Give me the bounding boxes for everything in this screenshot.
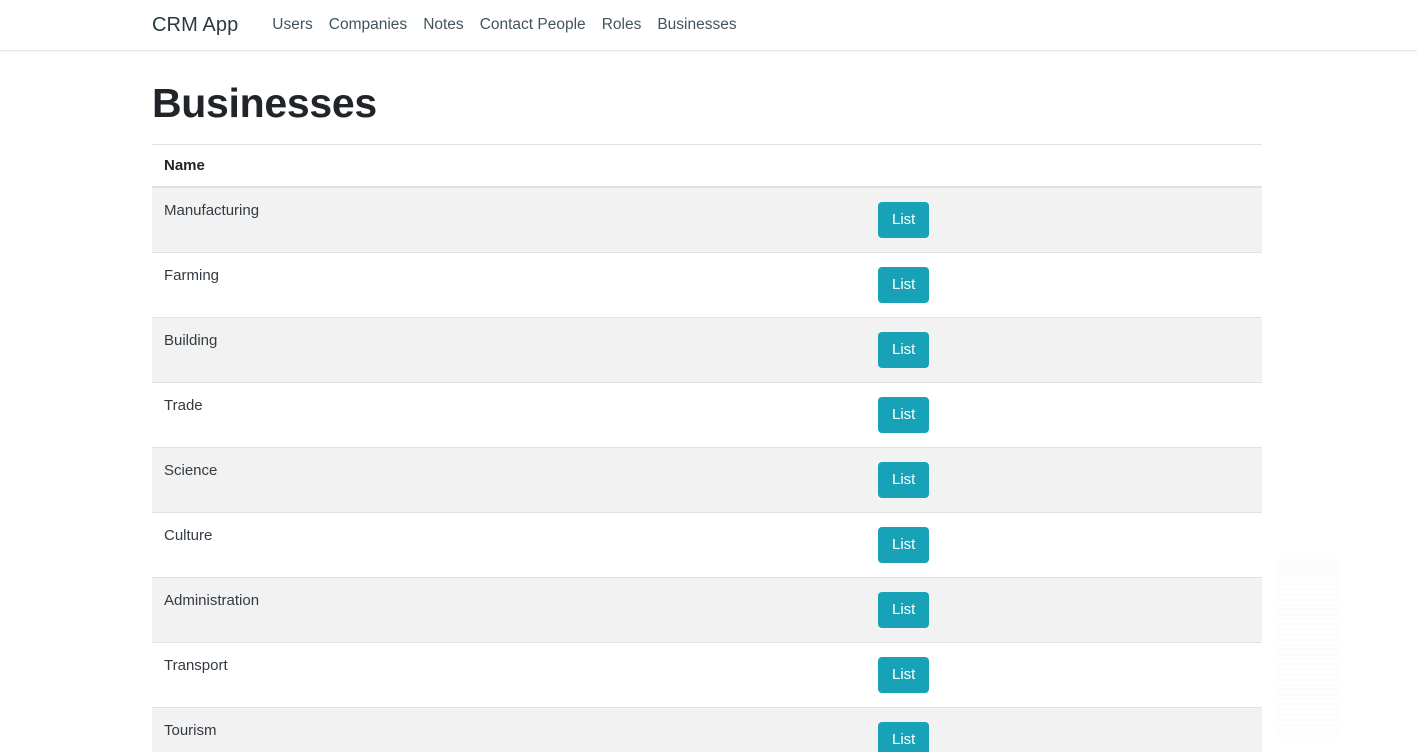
list-button[interactable]: List	[878, 462, 930, 499]
table-row: Farming List	[152, 252, 1262, 318]
cell-actions: List	[866, 252, 1262, 318]
cell-actions: List	[866, 447, 1262, 513]
page-title: Businesses	[152, 80, 377, 126]
cell-business-name: Trade	[152, 382, 866, 448]
background-artifact-header	[1276, 560, 1340, 574]
list-button[interactable]: List	[878, 592, 930, 629]
nav-item-companies[interactable]: Companies	[321, 17, 415, 33]
cell-business-name: Culture	[152, 512, 866, 578]
table-row: Manufacturing List	[152, 186, 1262, 253]
nav-item-notes[interactable]: Notes	[415, 17, 472, 33]
table-header-row: Name	[152, 144, 1262, 189]
list-button[interactable]: List	[878, 527, 930, 564]
cell-business-name: Tourism	[152, 707, 866, 752]
content-container: Businesses Name Manufacturing List Farmi…	[152, 80, 1262, 752]
list-button[interactable]: List	[878, 267, 930, 304]
list-button[interactable]: List	[878, 722, 930, 752]
nav-item-businesses[interactable]: Businesses	[649, 17, 744, 33]
table-body: Manufacturing List Farming List Building…	[152, 186, 1262, 752]
background-artifact	[1275, 559, 1341, 737]
nav-item-users[interactable]: Users	[264, 17, 320, 33]
table-row: Science List	[152, 447, 1262, 513]
cell-business-name: Science	[152, 447, 866, 513]
table-row: Trade List	[152, 382, 1262, 448]
cell-actions: List	[866, 512, 1262, 578]
table-row: Culture List	[152, 512, 1262, 578]
list-button[interactable]: List	[878, 397, 930, 434]
cell-actions: List	[866, 707, 1262, 752]
table-row: Tourism List	[152, 707, 1262, 752]
list-button[interactable]: List	[878, 332, 930, 369]
background-artifact-lines	[1276, 578, 1340, 728]
page-body: Businesses Name Manufacturing List Farmi…	[0, 80, 1417, 752]
cell-actions: List	[866, 317, 1262, 383]
top-navbar: CRM App Users Companies Notes Contact Pe…	[0, 0, 1417, 51]
primary-nav: Users Companies Notes Contact People Rol…	[264, 17, 744, 33]
list-button[interactable]: List	[878, 657, 930, 694]
cell-business-name: Building	[152, 317, 866, 383]
cell-actions: List	[866, 577, 1262, 643]
cell-business-name: Transport	[152, 642, 866, 708]
table-head: Name	[152, 144, 1262, 189]
column-header-actions	[866, 144, 1262, 189]
businesses-table: Name Manufacturing List Farming List Bui…	[152, 144, 1262, 752]
table-row: Building List	[152, 317, 1262, 383]
table-row: Transport List	[152, 642, 1262, 708]
app-brand-link[interactable]: CRM App	[152, 15, 238, 35]
column-header-name: Name	[152, 144, 866, 189]
nav-item-roles[interactable]: Roles	[594, 17, 650, 33]
cell-business-name: Administration	[152, 577, 866, 643]
cell-actions: List	[866, 382, 1262, 448]
cell-actions: List	[866, 186, 1262, 253]
cell-actions: List	[866, 642, 1262, 708]
cell-business-name: Manufacturing	[152, 186, 866, 253]
table-row: Administration List	[152, 577, 1262, 643]
nav-item-contact-people[interactable]: Contact People	[472, 17, 594, 33]
list-button[interactable]: List	[878, 202, 930, 239]
cell-business-name: Farming	[152, 252, 866, 318]
